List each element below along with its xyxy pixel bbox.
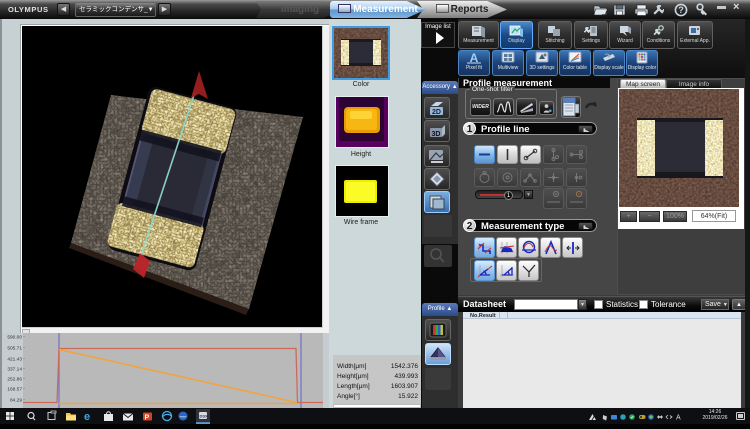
svg-text:337.14: 337.14 <box>7 367 22 373</box>
svg-text:2D: 2D <box>432 109 441 116</box>
svg-text:168.57: 168.57 <box>7 387 22 393</box>
svg-text:3D: 3D <box>432 131 441 138</box>
svg-text:?: ? <box>678 5 684 15</box>
svg-text:84.29: 84.29 <box>10 398 22 404</box>
svg-text:421.43: 421.43 <box>7 357 22 363</box>
svg-text:e: e <box>84 411 90 423</box>
svg-text:505.71: 505.71 <box>7 346 22 352</box>
svg-text:DSX: DSX <box>200 414 209 419</box>
svg-text:P: P <box>145 415 150 422</box>
svg-text:A: A <box>676 415 681 422</box>
svg-text:590.00: 590.00 <box>7 335 22 341</box>
svg-text:252.86: 252.86 <box>7 377 22 383</box>
svg-text:A: A <box>470 51 479 64</box>
